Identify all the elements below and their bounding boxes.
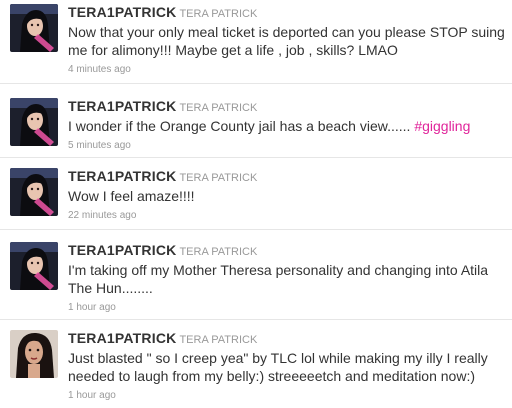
full-name: TERA PATRICK (179, 172, 258, 184)
screen-name-link[interactable]: TERA1PATRICK (68, 4, 176, 20)
full-name: TERA PATRICK (179, 334, 258, 346)
tweet-item: TERA1PATRICK TERA PATRICK Just blasted " … (0, 320, 512, 408)
tweet-item: TERA1PATRICK TERA PATRICK Wow I feel amaz… (0, 158, 512, 230)
profile-photo-icon[interactable] (10, 242, 58, 290)
tweet-text-content: I wonder if the Orange County jail has a… (68, 118, 415, 134)
tweet-text: Wow I feel amaze!!!! (68, 187, 506, 205)
profile-photo-icon[interactable] (10, 168, 58, 216)
profile-photo-icon[interactable] (10, 4, 58, 52)
screen-name-link[interactable]: TERA1PATRICK (68, 98, 176, 114)
tweet-text-content: Just blasted " so I creep yea" by TLC lo… (68, 350, 488, 384)
profile-photo-icon[interactable] (10, 330, 58, 378)
tweet-text: I'm taking off my Mother Theresa persona… (68, 261, 506, 297)
tweet-text-content: I'm taking off my Mother Theresa persona… (68, 262, 489, 296)
screen-name-link[interactable]: TERA1PATRICK (68, 242, 176, 258)
hashtag-link[interactable]: #giggling (414, 118, 470, 134)
tweet-item: TERA1PATRICK TERA PATRICK I'm taking off … (0, 230, 512, 320)
full-name: TERA PATRICK (179, 102, 258, 114)
timestamp-link[interactable]: 1 hour ago (68, 390, 506, 402)
tweet-item: TERA1PATRICK TERA PATRICK I wonder if the… (0, 84, 512, 158)
full-name: TERA PATRICK (179, 8, 258, 20)
full-name: TERA PATRICK (179, 246, 258, 258)
tweet-text-content: Now that your only meal ticket is deport… (68, 24, 505, 58)
tweet-text-content: Wow I feel amaze!!!! (68, 188, 195, 204)
screen-name-link[interactable]: TERA1PATRICK (68, 168, 176, 184)
profile-photo-icon[interactable] (10, 98, 58, 146)
timestamp-link[interactable]: 5 minutes ago (68, 140, 506, 152)
screen-name-link[interactable]: TERA1PATRICK (68, 330, 176, 346)
tweet-text: Just blasted " so I creep yea" by TLC lo… (68, 349, 506, 385)
timestamp-link[interactable]: 1 hour ago (68, 302, 506, 314)
tweet-text: I wonder if the Orange County jail has a… (68, 117, 506, 135)
tweet-feed: TERA1PATRICK TERA PATRICK Now that your o… (0, 0, 512, 408)
timestamp-link[interactable]: 4 minutes ago (68, 64, 506, 76)
tweet-text: Now that your only meal ticket is deport… (68, 23, 506, 59)
timestamp-link[interactable]: 22 minutes ago (68, 210, 506, 222)
tweet-item: TERA1PATRICK TERA PATRICK Now that your o… (0, 0, 512, 84)
